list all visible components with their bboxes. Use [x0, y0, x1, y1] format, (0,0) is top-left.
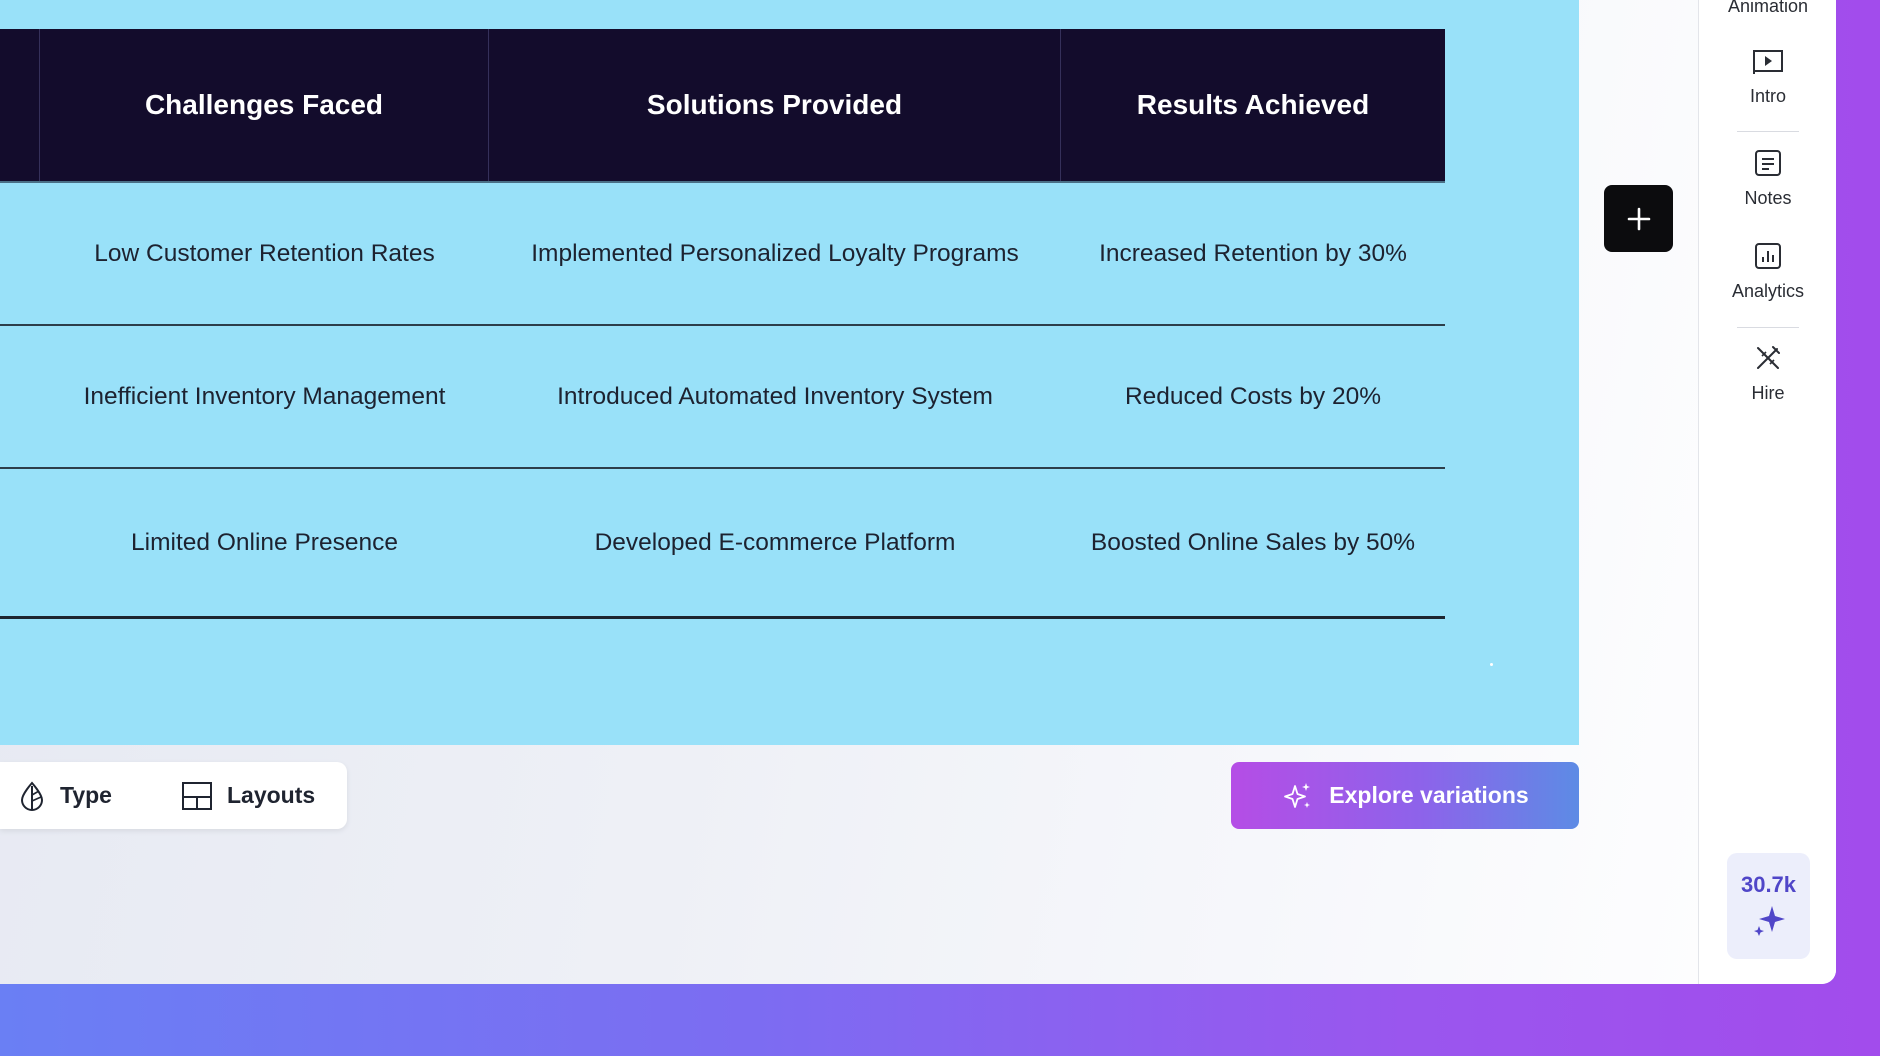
header-solutions[interactable]: Solutions Provided	[489, 29, 1061, 181]
table-cell[interactable]: Boosted Online Sales by 50%	[1061, 469, 1445, 616]
analytics-icon	[1755, 243, 1781, 269]
sidebar-item-notes[interactable]: Notes	[1699, 148, 1836, 209]
header-challenges[interactable]: Challenges Faced	[40, 29, 489, 181]
header-results[interactable]: Results Achieved	[1061, 29, 1445, 181]
hire-icon	[1757, 346, 1780, 369]
sidebar-item-intro[interactable]: Intro	[1699, 48, 1836, 107]
app-window: Challenges Faced Solutions Provided Resu…	[0, 0, 1836, 984]
table-row: Inefficient Inventory Management Introdu…	[0, 326, 1445, 469]
layouts-label: Layouts	[227, 782, 316, 808]
explore-variations-label: Explore variations	[1329, 782, 1529, 808]
table-header-stub	[0, 29, 40, 181]
credits-value: 30.7k	[1740, 872, 1797, 897]
slide-canvas[interactable]: Challenges Faced Solutions Provided Resu…	[0, 0, 1579, 745]
table-cell[interactable]: Reduced Costs by 20%	[1061, 326, 1445, 467]
type-button[interactable]: Type	[0, 762, 175, 829]
table-cell[interactable]: Increased Retention by 30%	[1061, 183, 1445, 324]
sidebar-item-hire[interactable]: Hire	[1699, 343, 1836, 404]
play-icon	[1753, 50, 1783, 74]
table-cell[interactable]: Introduced Automated Inventory System	[489, 326, 1061, 467]
table-cell[interactable]: Low Customer Retention Rates	[40, 183, 489, 324]
table-header: Challenges Faced Solutions Provided Resu…	[0, 29, 1445, 183]
table-cell[interactable]: Implemented Personalized Loyalty Program…	[489, 183, 1061, 324]
type-label: Type	[60, 782, 112, 808]
layout-icon	[182, 781, 212, 810]
comparison-table: Challenges Faced Solutions Provided Resu…	[0, 29, 1445, 619]
layouts-button[interactable]: Layouts	[175, 762, 315, 829]
sidebar-item-analytics[interactable]: Analytics	[1699, 241, 1836, 302]
sidebar-item-label: Intro	[1749, 86, 1787, 106]
explore-variations-button[interactable]: Explore variations	[1231, 762, 1579, 829]
sparkle-icon	[1284, 782, 1311, 808]
droplet-icon	[20, 781, 44, 811]
notes-icon	[1755, 150, 1781, 176]
sidebar-item-animation[interactable]: Animation	[1699, 0, 1836, 17]
slide-dot	[1490, 663, 1493, 666]
plus-icon	[1627, 207, 1650, 230]
add-slide-button[interactable]	[1604, 185, 1673, 252]
sidebar-item-label: Analytics	[1731, 281, 1805, 301]
right-sidebar: Animation Intro Notes Analytics Hire 30.…	[1698, 0, 1836, 984]
table-row: Low Customer Retention Rates Implemented…	[0, 183, 1445, 326]
credits-badge[interactable]: 30.7k	[1727, 853, 1810, 959]
slide-toolbar: Type Layouts	[0, 762, 347, 829]
table-cell[interactable]: Inefficient Inventory Management	[40, 326, 489, 467]
table-cell[interactable]: Developed E-commerce Platform	[489, 469, 1061, 616]
sidebar-item-label: Notes	[1744, 188, 1792, 208]
sparkle-icon	[1753, 906, 1785, 936]
sidebar-item-label: Hire	[1751, 383, 1785, 403]
sidebar-divider	[1737, 327, 1799, 328]
table-row: Limited Online Presence Developed E-comm…	[0, 469, 1445, 619]
table-cell[interactable]: Limited Online Presence	[40, 469, 489, 616]
sidebar-divider	[1737, 131, 1799, 132]
